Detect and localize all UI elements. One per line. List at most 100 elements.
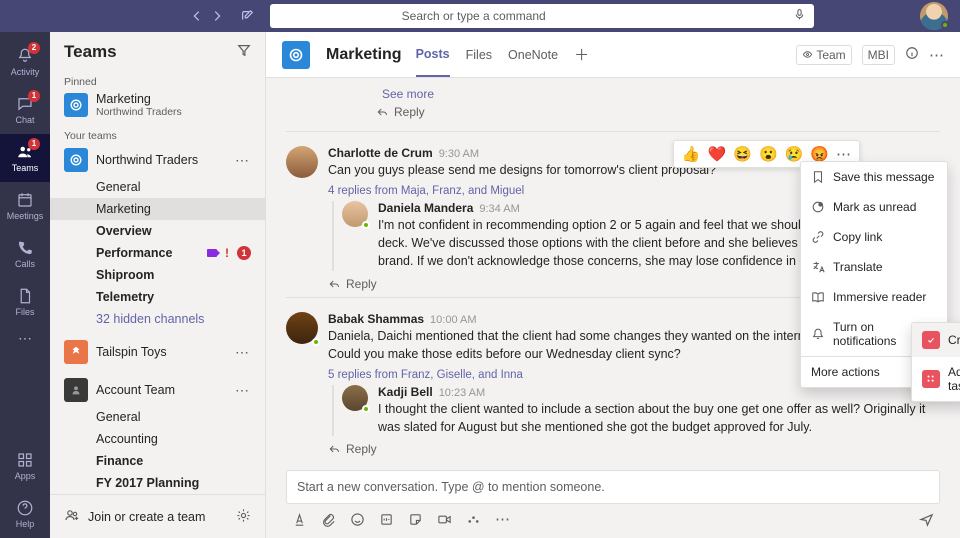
team-icon xyxy=(64,378,88,402)
more-actions-submenu: Create a task Add message to task xyxy=(911,322,960,402)
menu-copy-link[interactable]: Copy link xyxy=(801,222,947,252)
rail-teams[interactable]: Teams1 xyxy=(0,134,50,182)
post-time: 9:30 AM xyxy=(439,148,479,160)
team-northwind[interactable]: Northwind Traders ⋯ xyxy=(50,144,265,176)
team-tailspin[interactable]: Tailspin Toys ⋯ xyxy=(50,336,265,368)
pinned-team[interactable]: MarketingNorthwind Traders xyxy=(50,90,265,124)
channel-overview[interactable]: Overview xyxy=(50,220,265,242)
reaction-laugh[interactable]: 😆 xyxy=(733,145,752,163)
thread-reply: Kadji Bell10:23 AM I thought the client … xyxy=(332,385,940,436)
channel-accounting[interactable]: Accounting xyxy=(50,428,265,450)
attach-icon[interactable] xyxy=(321,512,336,527)
more-compose-icon[interactable]: ⋯ xyxy=(495,510,510,528)
forward-icon[interactable] xyxy=(208,7,226,25)
join-team-icon xyxy=(64,507,80,526)
task-icon xyxy=(922,331,940,349)
avatar[interactable] xyxy=(286,146,318,178)
compose-input[interactable]: Start a new conversation. Type @ to ment… xyxy=(286,470,940,504)
send-icon[interactable] xyxy=(919,512,934,527)
tab-posts[interactable]: Posts xyxy=(416,33,450,77)
team-visibility-button[interactable]: Team xyxy=(796,45,851,65)
rail-more-icon[interactable]: ⋯ xyxy=(18,330,32,350)
channel-more-icon[interactable]: ⋯ xyxy=(929,46,944,64)
submenu-add-to-task[interactable]: Add message to task xyxy=(912,357,960,401)
stream-icon[interactable] xyxy=(466,512,481,527)
urgent-icon: ! xyxy=(225,246,229,260)
channel-header: Marketing Posts Files OneNote ＋ Team MBI… xyxy=(266,32,960,78)
avatar[interactable] xyxy=(342,201,368,227)
join-team-button[interactable]: Join or create a team xyxy=(50,494,265,538)
format-icon[interactable] xyxy=(292,512,307,527)
tab-onenote[interactable]: OneNote xyxy=(508,34,558,76)
rail-calls[interactable]: Calls xyxy=(0,230,50,278)
see-more-link[interactable]: See more xyxy=(382,87,434,101)
rail-meetings[interactable]: Meetings xyxy=(0,182,50,230)
channel-general[interactable]: General xyxy=(50,406,265,428)
channel-marketing[interactable]: Marketing xyxy=(50,198,265,220)
team-icon xyxy=(64,340,88,364)
reply-button[interactable]: Reply xyxy=(376,105,940,119)
sticker-icon[interactable] xyxy=(408,512,423,527)
reply-button[interactable]: Reply xyxy=(328,442,940,456)
unread-badge: 1 xyxy=(237,246,251,260)
menu-mark-unread[interactable]: Mark as unread xyxy=(801,192,947,222)
team-icon xyxy=(64,93,88,117)
team-more-icon[interactable]: ⋯ xyxy=(233,152,251,169)
user-avatar[interactable] xyxy=(920,2,952,30)
org-badge[interactable]: MBI xyxy=(862,45,895,65)
channel-shiproom[interactable]: Shiproom xyxy=(50,264,265,286)
info-icon[interactable] xyxy=(905,46,919,63)
rail-apps[interactable]: Apps xyxy=(0,442,50,490)
rail-files[interactable]: Files xyxy=(0,278,50,326)
menu-save-message[interactable]: Save this message xyxy=(801,162,947,192)
channel-fy2017[interactable]: FY 2017 Planning xyxy=(50,472,265,494)
add-tab-icon[interactable]: ＋ xyxy=(574,44,589,65)
task-icon xyxy=(922,370,940,388)
avatar[interactable] xyxy=(342,385,368,411)
team-account[interactable]: Account Team ⋯ xyxy=(50,374,265,406)
app-rail: Activity2 Chat1 Teams1 Meetings Calls Fi… xyxy=(0,32,50,538)
meet-now-icon[interactable] xyxy=(437,512,452,527)
search-input[interactable]: Search or type a command xyxy=(270,4,814,28)
reaction-heart[interactable]: ❤️ xyxy=(708,145,727,163)
history-nav xyxy=(188,7,256,25)
pinned-section: Pinned xyxy=(50,70,265,90)
reaction-surprised[interactable]: 😮 xyxy=(759,145,778,163)
rail-chat[interactable]: Chat1 xyxy=(0,86,50,134)
mic-icon[interactable] xyxy=(793,8,806,24)
rail-activity[interactable]: Activity2 xyxy=(0,38,50,86)
back-icon[interactable] xyxy=(188,7,206,25)
menu-immersive-reader[interactable]: Immersive reader xyxy=(801,282,947,312)
meeting-live-icon xyxy=(207,249,217,257)
filter-icon[interactable] xyxy=(237,42,251,62)
new-chat-icon[interactable] xyxy=(238,7,256,25)
channel-view: Marketing Posts Files OneNote ＋ Team MBI… xyxy=(266,32,960,538)
team-more-icon[interactable]: ⋯ xyxy=(233,382,251,399)
menu-translate[interactable]: Translate xyxy=(801,252,947,282)
hidden-channels-link[interactable]: 32 hidden channels xyxy=(50,308,265,330)
tab-files[interactable]: Files xyxy=(466,34,492,76)
emoji-icon[interactable] xyxy=(350,512,365,527)
gear-icon[interactable] xyxy=(236,508,251,526)
compose-area: Start a new conversation. Type @ to ment… xyxy=(266,460,960,538)
channel-title: Marketing xyxy=(326,46,402,64)
channel-telemetry[interactable]: Telemetry xyxy=(50,286,265,308)
post-author: Charlotte de Crum xyxy=(328,146,433,160)
team-more-icon[interactable]: ⋯ xyxy=(233,344,251,361)
channel-performance[interactable]: Performance !1 xyxy=(50,242,265,264)
app-title-bar: Search or type a command xyxy=(0,0,960,32)
submenu-create-task[interactable]: Create a task xyxy=(912,323,960,357)
search-placeholder: Search or type a command xyxy=(402,9,546,23)
channel-finance[interactable]: Finance xyxy=(50,450,265,472)
avatar[interactable] xyxy=(286,312,318,344)
team-icon xyxy=(64,148,88,172)
rail-help[interactable]: Help xyxy=(0,490,50,538)
teams-pane: Teams Pinned Marketing Northwind Traders … xyxy=(50,32,266,538)
giphy-icon[interactable] xyxy=(379,512,394,527)
reaction-like[interactable]: 👍 xyxy=(682,145,701,163)
teams-pane-title: Teams xyxy=(64,42,117,62)
channel-team-icon xyxy=(282,41,310,69)
reaction-sad[interactable]: 😢 xyxy=(785,145,804,163)
your-teams-section: Your teams xyxy=(50,124,265,144)
channel-general[interactable]: General xyxy=(50,176,265,198)
